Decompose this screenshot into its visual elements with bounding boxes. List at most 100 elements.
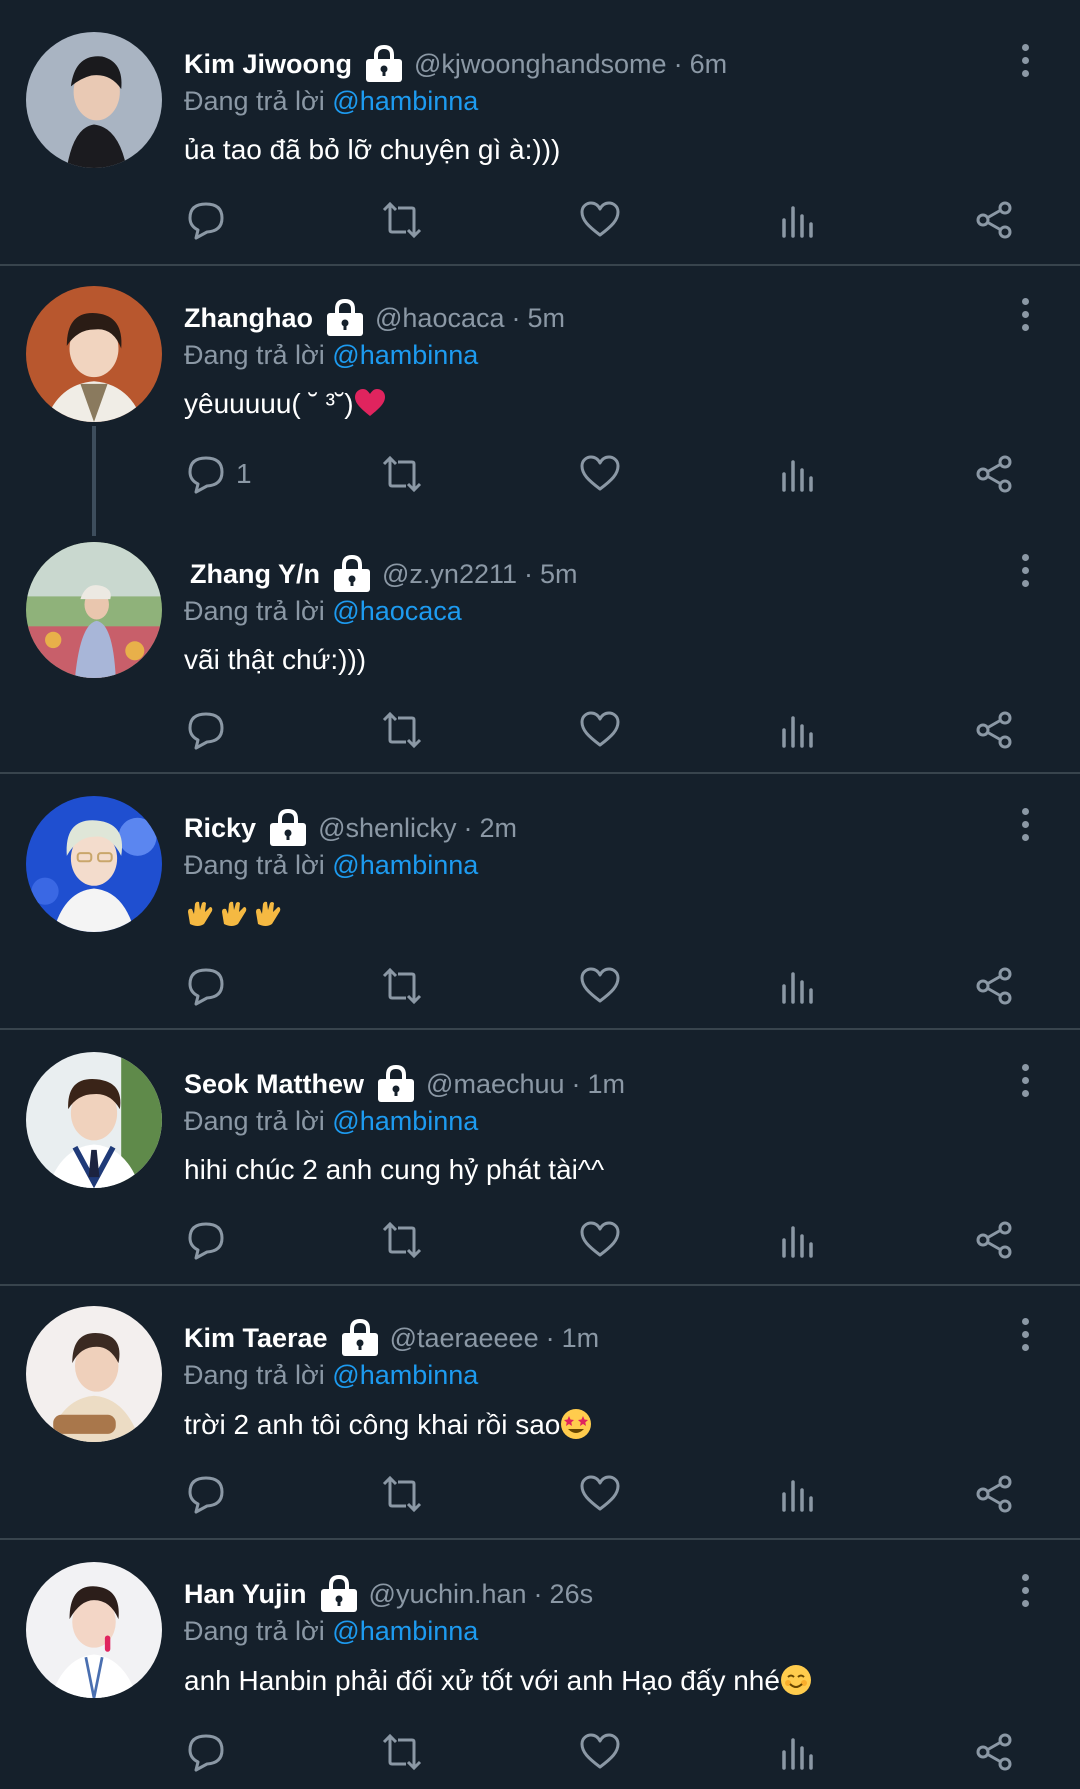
reply-button[interactable] — [186, 1472, 236, 1516]
avatar[interactable] — [26, 1052, 162, 1188]
tweet-header: Seok Matthew @maechuu · 1m — [184, 1064, 625, 1104]
reply-prefix: Đang trả lời — [184, 1106, 325, 1136]
reply-mention[interactable]: @haocaca — [332, 596, 462, 626]
reply-mention[interactable]: @hambinna — [332, 1106, 478, 1136]
replying-to: Đang trả lời @hambinna — [184, 340, 478, 371]
retweet-button[interactable] — [382, 708, 422, 752]
reply-mention[interactable]: @hambinna — [332, 850, 478, 880]
reply-mention[interactable]: @hambinna — [332, 1360, 478, 1390]
views-button[interactable] — [778, 452, 818, 496]
share-icon — [974, 454, 1014, 494]
display-name[interactable]: Kim Taerae — [184, 1323, 328, 1354]
tweet[interactable]: Zhanghao @haocaca · 5m Đang trả lời @ham… — [0, 266, 1080, 536]
reply-icon — [186, 454, 226, 494]
views-button[interactable] — [778, 1218, 818, 1262]
lock-icon — [362, 44, 406, 84]
display-name[interactable]: Han Yujin — [184, 1579, 307, 1610]
tweet-text: ủa tao đã bỏ lỡ chuyện gì à:))) — [184, 134, 561, 165]
retweet-icon — [382, 1220, 422, 1260]
like-button[interactable] — [580, 1472, 620, 1516]
timestamp: 5m — [527, 302, 566, 333]
like-button[interactable] — [580, 198, 620, 242]
tweet-text-row: anh Hanbin phải đối xử tốt với anh Hạo đ… — [184, 1664, 812, 1697]
lock-icon — [374, 1064, 418, 1104]
views-button[interactable] — [778, 198, 818, 242]
views-icon — [778, 1220, 818, 1260]
like-button[interactable] — [580, 964, 620, 1008]
more-icon[interactable] — [1010, 804, 1040, 844]
reply-button[interactable] — [186, 1730, 236, 1774]
reply-button[interactable] — [186, 964, 236, 1008]
more-icon[interactable] — [1010, 1314, 1040, 1354]
handle[interactable]: @haocaca — [375, 303, 505, 334]
avatar[interactable] — [26, 286, 162, 422]
like-icon — [580, 1220, 620, 1260]
display-name[interactable]: Zhang Y/n — [190, 559, 320, 590]
avatar[interactable] — [26, 1562, 162, 1698]
tweet[interactable]: Kim Taerae @taeraeeee · 1m Đang trả lời … — [0, 1286, 1080, 1538]
tweet[interactable]: Zhang Y/n @z.yn2211 · 5m Đang trả lời @h… — [0, 512, 1080, 772]
like-button[interactable] — [580, 452, 620, 496]
handle[interactable]: @kjwoonghandsome — [414, 49, 667, 80]
tweet-text: anh Hanbin phải đối xử tốt với anh Hạo đ… — [184, 1665, 780, 1696]
reply-prefix: Đang trả lời — [184, 596, 325, 626]
share-button[interactable] — [974, 964, 1014, 1008]
avatar[interactable] — [26, 796, 162, 932]
handle[interactable]: @taeraeeee — [390, 1323, 539, 1354]
more-icon[interactable] — [1010, 550, 1040, 590]
retweet-button[interactable] — [382, 964, 422, 1008]
avatar[interactable] — [26, 1306, 162, 1442]
reply-mention[interactable]: @hambinna — [332, 340, 478, 370]
separator: · — [511, 302, 521, 333]
reply-mention[interactable]: @hambinna — [332, 1616, 478, 1646]
avatar[interactable] — [26, 32, 162, 168]
avatar[interactable] — [26, 542, 162, 678]
more-icon[interactable] — [1010, 294, 1040, 334]
more-icon[interactable] — [1010, 40, 1040, 80]
like-button[interactable] — [580, 1730, 620, 1774]
reply-button[interactable] — [186, 708, 236, 752]
share-button[interactable] — [974, 708, 1014, 752]
retweet-button[interactable] — [382, 452, 422, 496]
display-name[interactable]: Kim Jiwoong — [184, 49, 352, 80]
tweet-header: Ricky @shenlicky · 2m — [184, 808, 517, 848]
share-button[interactable] — [974, 1472, 1014, 1516]
display-name[interactable]: Ricky — [184, 813, 256, 844]
handle[interactable]: @yuchin.han — [369, 1579, 527, 1610]
reply-prefix: Đang trả lời — [184, 1616, 325, 1646]
reply-button[interactable] — [186, 198, 236, 242]
reply-icon — [186, 710, 226, 750]
tweet[interactable]: Ricky @shenlicky · 2m Đang trả lời @hamb… — [0, 774, 1080, 1028]
retweet-button[interactable] — [382, 1730, 422, 1774]
views-button[interactable] — [778, 964, 818, 1008]
display-name[interactable]: Seok Matthew — [184, 1069, 364, 1100]
separator: · — [463, 812, 473, 843]
tweet[interactable]: Seok Matthew @maechuu · 1m Đang trả lời … — [0, 1030, 1080, 1284]
reply-button[interactable] — [186, 1218, 236, 1262]
like-button[interactable] — [580, 1218, 620, 1262]
reply-mention[interactable]: @hambinna — [332, 86, 478, 116]
like-button[interactable] — [580, 708, 620, 752]
like-icon — [580, 966, 620, 1006]
retweet-button[interactable] — [382, 1218, 422, 1262]
reply-button[interactable]: 1 — [186, 452, 252, 496]
share-button[interactable] — [974, 452, 1014, 496]
tweet[interactable]: Han Yujin @yuchin.han · 26s Đang trả lời… — [0, 1540, 1080, 1789]
tweet[interactable]: Kim Jiwoong @kjwoonghandsome · 6m Đang t… — [0, 0, 1080, 264]
retweet-button[interactable] — [382, 198, 422, 242]
reply-icon — [186, 1732, 226, 1772]
timestamp: 1m — [587, 1068, 626, 1099]
views-button[interactable] — [778, 1730, 818, 1774]
views-button[interactable] — [778, 708, 818, 752]
share-button[interactable] — [974, 1218, 1014, 1262]
more-icon[interactable] — [1010, 1570, 1040, 1610]
views-button[interactable] — [778, 1472, 818, 1516]
share-button[interactable] — [974, 198, 1014, 242]
more-icon[interactable] — [1010, 1060, 1040, 1100]
share-button[interactable] — [974, 1730, 1014, 1774]
retweet-button[interactable] — [382, 1472, 422, 1516]
display-name[interactable]: Zhanghao — [184, 303, 313, 334]
handle[interactable]: @shenlicky — [318, 813, 456, 844]
handle[interactable]: @maechuu — [426, 1069, 564, 1100]
handle[interactable]: @z.yn2211 — [382, 559, 517, 590]
